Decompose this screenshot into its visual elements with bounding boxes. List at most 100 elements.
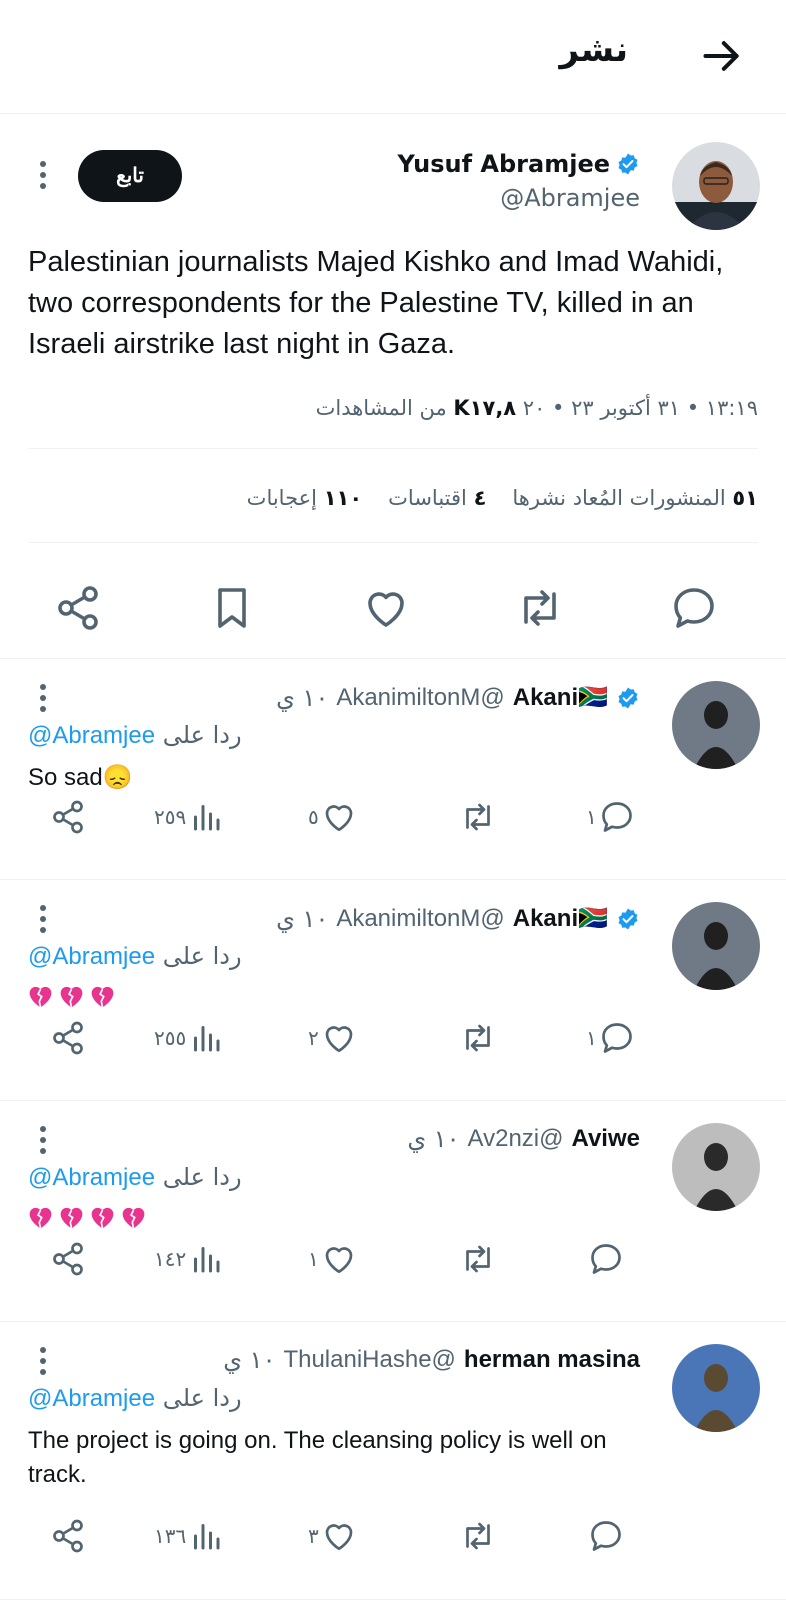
views-button[interactable]: ١٤٢: [154, 1241, 224, 1277]
reply-item[interactable]: Akani🇿🇦 @AkanimiltonM ١٠ ي @Abramjee ردا…: [0, 880, 786, 1101]
avatar[interactable]: [672, 902, 760, 990]
reply-author-handle[interactable]: @AkanimiltonM: [336, 684, 504, 712]
avatar[interactable]: [672, 1344, 760, 1432]
author-name-row: Yusuf Abramjee: [398, 150, 640, 178]
main-tweet: Yusuf Abramjee @Abramjee تابع Palestinia…: [0, 114, 786, 659]
reply-to-mention[interactable]: @Abramjee: [28, 1385, 155, 1412]
quotes-stat[interactable]: ٤ اقتباسات: [388, 486, 486, 510]
reposts-stat[interactable]: ٥١ المنشورات المُعاد نشرها: [512, 486, 758, 510]
more-vertical-icon[interactable]: [38, 160, 48, 190]
reply-time: ١٠ ي: [276, 904, 329, 933]
repost-button[interactable]: [460, 1518, 496, 1554]
reply-to-label: ردا على: [162, 1163, 242, 1191]
comment-icon[interactable]: [670, 584, 718, 632]
broken-heart-icon: [122, 1207, 145, 1229]
reply-to-mention[interactable]: @Abramjee: [28, 722, 155, 749]
reply-author-name[interactable]: Aviwe: [572, 1125, 640, 1153]
replying-to: @Abramjee ردا على: [28, 942, 242, 971]
reply-author-name[interactable]: Akani🇿🇦: [513, 904, 608, 933]
share-button[interactable]: [50, 1241, 86, 1277]
reply-item[interactable]: Aviwe @Av2nzi ١٠ ي @Abramjee ردا على ١٤٢: [0, 1101, 786, 1322]
like-button[interactable]: ١: [308, 1241, 357, 1277]
reply-author-handle[interactable]: @Av2nzi: [468, 1125, 564, 1153]
divider: [28, 448, 758, 449]
reply-actions: ٢٥٥ ٢ ١: [0, 1020, 786, 1070]
reply-button[interactable]: [586, 1241, 624, 1277]
share-button[interactable]: [50, 1518, 86, 1554]
views-chart-icon: [194, 1524, 220, 1550]
heart-icon[interactable]: [362, 584, 410, 632]
reply-replies-count: ١: [586, 1026, 597, 1050]
likes-stat[interactable]: ١١٠ إعجابات: [247, 486, 362, 510]
repost-button[interactable]: [460, 1241, 496, 1277]
follow-button[interactable]: تابع: [78, 150, 182, 202]
more-vertical-icon[interactable]: [38, 1125, 48, 1155]
avatar[interactable]: [672, 1123, 760, 1211]
tweet-stats: ٥١ المنشورات المُعاد نشرها ٤ اقتباسات ١١…: [247, 486, 758, 510]
reply-author-handle[interactable]: @AkanimiltonM: [336, 905, 504, 933]
reply-author-handle[interactable]: @ThulaniHashe: [283, 1346, 455, 1374]
reply-header: Akani🇿🇦 @AkanimiltonM ١٠ ي: [276, 904, 640, 933]
reply-views-count: ٢٥٥: [154, 1026, 187, 1050]
share-icon: [53, 1242, 83, 1276]
reply-to-mention[interactable]: @Abramjee: [28, 1164, 155, 1191]
share-icon: [53, 800, 83, 834]
reply-to-mention[interactable]: @Abramjee: [28, 943, 155, 970]
tweet-meta: ١٣:١٩ • ٣١ أكتوبر ٢٣ • ٢٠ K١٧,٨ من المشا…: [316, 396, 758, 420]
reply-time: ١٠ ي: [276, 683, 329, 712]
more-vertical-icon[interactable]: [38, 904, 48, 934]
repost-button[interactable]: [460, 799, 496, 835]
replying-to: @Abramjee ردا على: [28, 1384, 242, 1413]
repost-icon: [466, 1245, 490, 1273]
share-icon: [53, 1519, 83, 1553]
reply-header: Aviwe @Av2nzi ١٠ ي: [407, 1125, 640, 1153]
heart-icon: [325, 1247, 353, 1274]
reply-likes-count: ٣: [308, 1524, 319, 1548]
repost-icon: [466, 1024, 490, 1052]
share-icon[interactable]: [54, 584, 102, 632]
broken-heart-icon: [60, 986, 83, 1008]
verified-badge-icon: [618, 687, 638, 708]
broken-heart-icon: [91, 1207, 114, 1229]
reply-item[interactable]: Akani🇿🇦 @AkanimiltonM ١٠ ي @Abramjee ردا…: [0, 659, 786, 880]
reply-views-count: ١٤٢: [154, 1247, 187, 1271]
reply-to-label: ردا على: [162, 1384, 242, 1412]
views-label: من المشاهدات: [315, 396, 447, 420]
top-bar: نشر: [0, 0, 786, 114]
bookmark-icon[interactable]: [208, 584, 256, 632]
share-icon: [53, 1021, 83, 1055]
author-name[interactable]: Yusuf Abramjee: [398, 150, 610, 178]
avatar[interactable]: [672, 681, 760, 769]
views-button[interactable]: ٢٥٩: [154, 799, 224, 835]
avatar[interactable]: [672, 142, 760, 230]
more-vertical-icon[interactable]: [38, 683, 48, 713]
arrow-right-icon[interactable]: [700, 34, 744, 78]
reply-actions: ٢٥٩ ٥ ١: [0, 799, 786, 849]
reply-to-label: ردا على: [162, 942, 242, 970]
views-button[interactable]: ١٣٦: [154, 1518, 224, 1554]
author-handle[interactable]: @Abramjee: [500, 184, 640, 212]
share-button[interactable]: [50, 799, 86, 835]
reply-to-label: ردا على: [162, 721, 242, 749]
broken-heart-icon: [29, 1207, 52, 1229]
like-button[interactable]: ٣: [308, 1518, 357, 1554]
reply-button[interactable]: ١: [586, 1020, 635, 1056]
like-button[interactable]: ٥: [308, 799, 357, 835]
reply-author-name[interactable]: herman masina: [464, 1346, 640, 1374]
reply-header: Akani🇿🇦 @AkanimiltonM ١٠ ي: [276, 683, 640, 712]
verified-badge-icon: [618, 908, 638, 929]
page-title: نشر: [559, 30, 628, 70]
share-button[interactable]: [50, 1020, 86, 1056]
more-vertical-icon[interactable]: [38, 1346, 48, 1376]
reply-views-count: ٢٥٩: [154, 805, 187, 829]
repost-icon[interactable]: [516, 584, 564, 632]
reply-header: herman masina @ThulaniHashe ١٠ ي: [223, 1346, 640, 1374]
views-button[interactable]: ٢٥٥: [154, 1020, 224, 1056]
reply-button[interactable]: ١: [586, 799, 635, 835]
reply-button[interactable]: [586, 1518, 624, 1554]
reply-item[interactable]: herman masina @ThulaniHashe ١٠ ي @Abramj…: [0, 1322, 786, 1600]
reply-author-name[interactable]: Akani🇿🇦: [513, 683, 608, 712]
repost-button[interactable]: [460, 1020, 496, 1056]
comment-icon: [591, 1244, 621, 1274]
like-button[interactable]: ٢: [308, 1020, 357, 1056]
